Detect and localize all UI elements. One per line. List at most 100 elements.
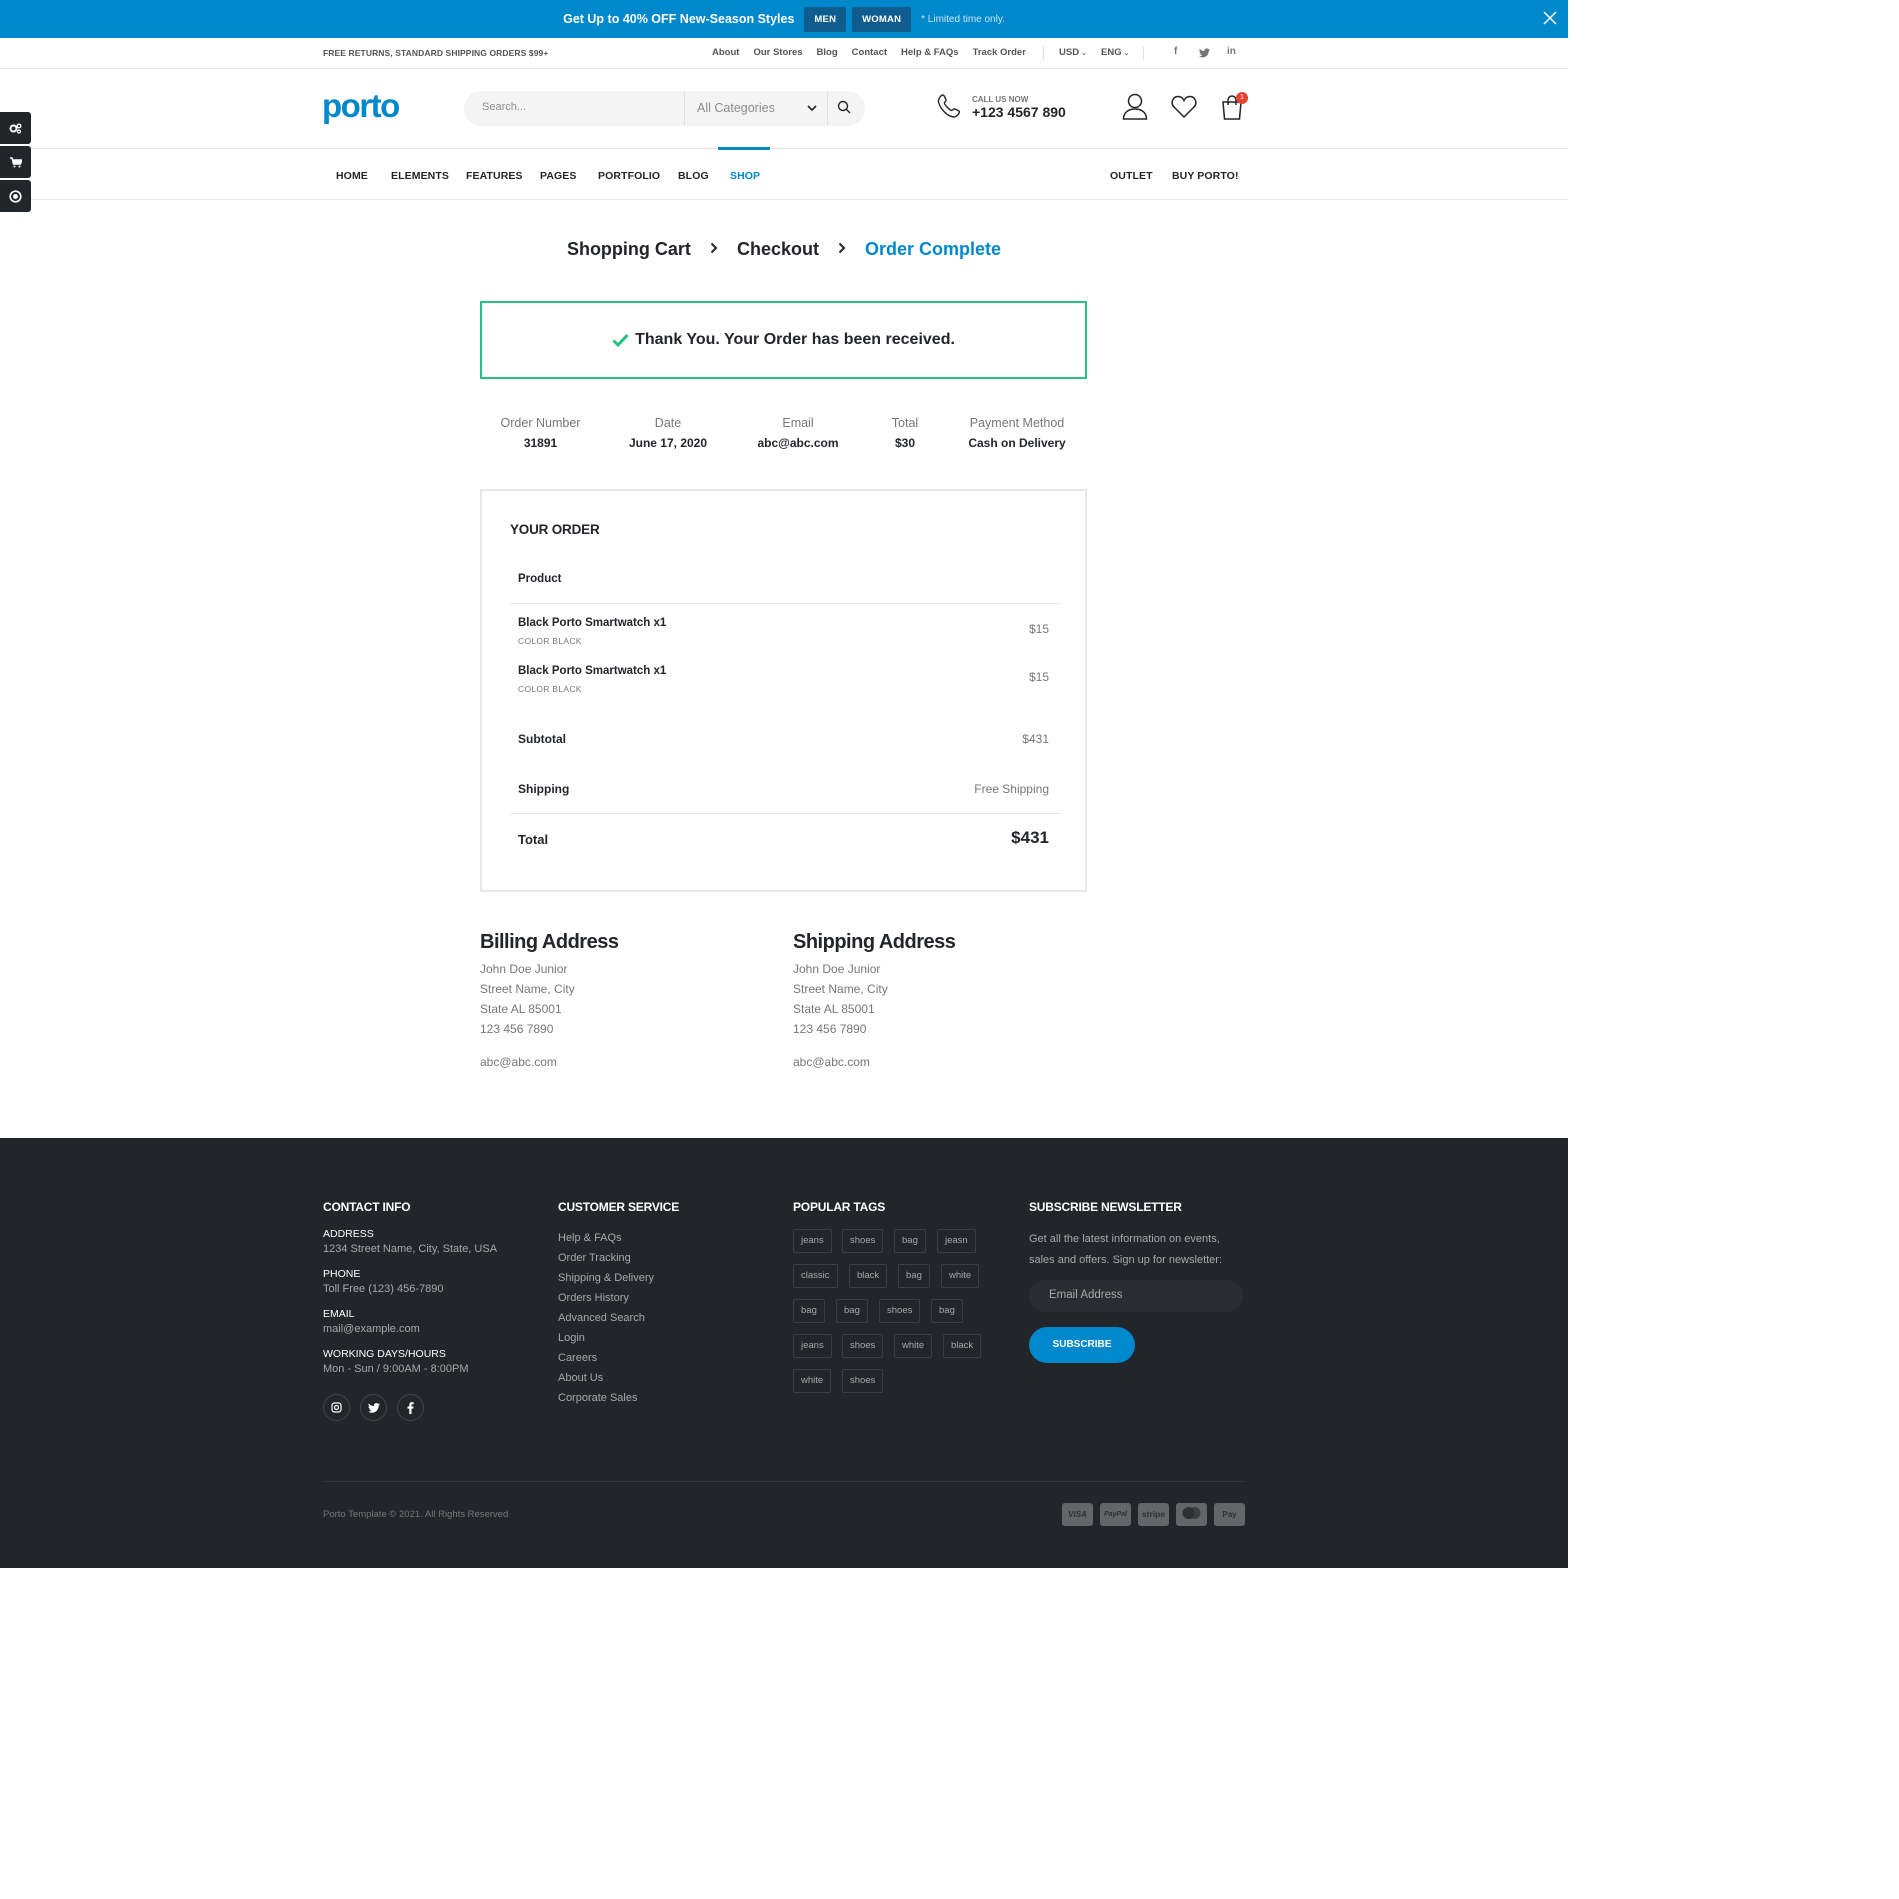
tag[interactable]: white [894,1334,933,1358]
top-strip: FREE RETURNS, STANDARD SHIPPING ORDERS $… [0,38,1568,69]
total-label: Total [518,832,549,847]
newsletter-email-input[interactable]: Email Address [1029,1280,1243,1312]
top-link-our-stores[interactable]: Our Stores [753,47,802,58]
nav-portfolio[interactable]: PORTFOLIO [598,170,660,182]
user-icon[interactable] [1122,92,1148,120]
search-icon[interactable] [837,100,851,114]
shipping-note: FREE RETURNS, STANDARD SHIPPING ORDERS $… [323,48,549,58]
active-nav-indicator [718,147,770,150]
footer-link[interactable]: Order Tracking [558,1252,631,1264]
footer-link[interactable]: Advanced Search [558,1312,645,1324]
phone-number[interactable]: +123 4567 890 [972,104,1066,120]
facebook-button[interactable] [397,1394,424,1421]
footer-link[interactable]: Careers [558,1352,597,1364]
step-checkout[interactable]: Checkout [737,239,819,260]
footer-link[interactable]: Help & FAQs [558,1232,622,1244]
tag[interactable]: shoes [842,1369,884,1393]
step-shopping-cart[interactable]: Shopping Cart [567,239,691,260]
side-demo-button[interactable] [0,180,31,212]
tag[interactable]: bag [793,1299,825,1323]
order-item-name[interactable]: Black Porto Smartwatch x1 [518,617,666,629]
top-link-about[interactable]: About [712,47,739,58]
address-label: ADDRESS [323,1228,374,1240]
order-total-info: Total $30 [878,416,932,450]
close-icon[interactable] [1542,10,1558,26]
info-label: Email [782,416,814,430]
top-link-contact[interactable]: Contact [852,47,887,58]
nav-home[interactable]: HOME [336,170,368,182]
tag[interactable]: shoes [879,1299,921,1323]
promo-woman-button[interactable]: WOMAN [852,6,912,32]
info-value: abc@abc.com [757,436,839,450]
product-column-header: Product [518,573,562,585]
address-line: John Doe Junior [480,962,568,976]
language-select[interactable]: ENG ⌄ [1101,47,1129,58]
step-order-complete[interactable]: Order Complete [865,239,1001,260]
chevron-right-icon [838,241,846,257]
promo-men-button[interactable]: MEN [804,6,847,32]
order-item-name[interactable]: Black Porto Smartwatch x1 [518,665,666,677]
tag[interactable]: white [793,1369,832,1393]
nav-blog[interactable]: BLOG [678,170,709,182]
tag[interactable]: shoes [842,1229,884,1253]
phone-value[interactable]: Toll Free (123) 456-7890 [323,1283,443,1295]
tag[interactable]: bag [898,1264,930,1288]
order-item-variant: COLOR BLACK [518,636,582,646]
nav-shop[interactable]: SHOP [730,170,760,182]
tag[interactable]: jeasn [937,1229,976,1253]
search-input[interactable]: Search... [482,101,526,113]
footer-link[interactable]: Shipping & Delivery [558,1272,654,1284]
facebook-icon[interactable]: f [1174,46,1177,57]
nav-pages[interactable]: PAGES [540,170,576,182]
tag[interactable]: jeans [793,1334,832,1358]
nav-buy-porto[interactable]: BUY PORTO! [1172,170,1239,182]
footer-link[interactable]: About Us [558,1372,603,1384]
twitter-button[interactable] [360,1394,387,1421]
tag[interactable]: classic [793,1264,838,1288]
side-cart-button[interactable] [0,146,31,178]
check-icon [612,333,629,347]
cart-count-badge: 1 [1236,92,1248,104]
heart-icon[interactable] [1171,95,1197,119]
order-date-info: Date June 17, 2020 [616,416,720,450]
nav-outlet[interactable]: OUTLET [1110,170,1153,182]
footer-link[interactable]: Corporate Sales [558,1392,638,1404]
porto-logo[interactable]: porto [322,88,408,128]
popular-tags-title: POPULAR TAGS [793,1200,886,1214]
paypal-icon: PayPal [1100,1503,1131,1526]
order-summary: YOUR ORDER Product Black Porto Smartwatc… [480,489,1087,892]
instagram-button[interactable] [323,1394,350,1421]
linkedin-icon[interactable]: in [1227,46,1236,57]
tag[interactable]: black [943,1334,982,1358]
footer-link[interactable]: Login [558,1332,585,1344]
tag[interactable]: bag [931,1299,963,1323]
top-link-help-faqs[interactable]: Help & FAQs [901,47,959,58]
total-value: $431 [1011,828,1049,847]
nav-features[interactable]: FEATURES [466,170,523,182]
billing-address-title: Billing Address [480,931,619,953]
tag[interactable]: bag [894,1229,926,1253]
phone-icon [937,94,961,118]
footer-link[interactable]: Orders History [558,1292,629,1304]
side-settings-button[interactable] [0,112,31,144]
tag[interactable]: white [941,1264,980,1288]
footer: CONTACT INFO ADDRESS 1234 Street Name, C… [0,1138,1568,1568]
nav-elements[interactable]: ELEMENTS [391,170,449,182]
info-label: Date [654,416,682,430]
order-item-price: $15 [1028,622,1049,636]
tag[interactable]: jeans [793,1229,832,1253]
tag[interactable]: bag [836,1299,868,1323]
tag[interactable]: shoes [842,1334,884,1358]
category-select[interactable]: All Categories [684,91,828,126]
top-link-track-order[interactable]: Track Order [973,47,1026,58]
subscribe-button[interactable]: SUBSCRIBE [1029,1327,1135,1363]
chevron-right-icon [710,241,718,257]
chevron-down-icon [807,105,817,112]
top-link-blog[interactable]: Blog [817,47,838,58]
email-value[interactable]: mail@example.com [323,1323,420,1335]
tag[interactable]: black [849,1264,888,1288]
currency-select[interactable]: USD ⌄ [1059,47,1087,58]
hours-label: WORKING DAYS/HOURS [323,1348,446,1360]
promo-bar: Get Up to 40% OFF New-Season Styles MEN … [0,0,1568,38]
twitter-icon[interactable] [1199,48,1210,58]
